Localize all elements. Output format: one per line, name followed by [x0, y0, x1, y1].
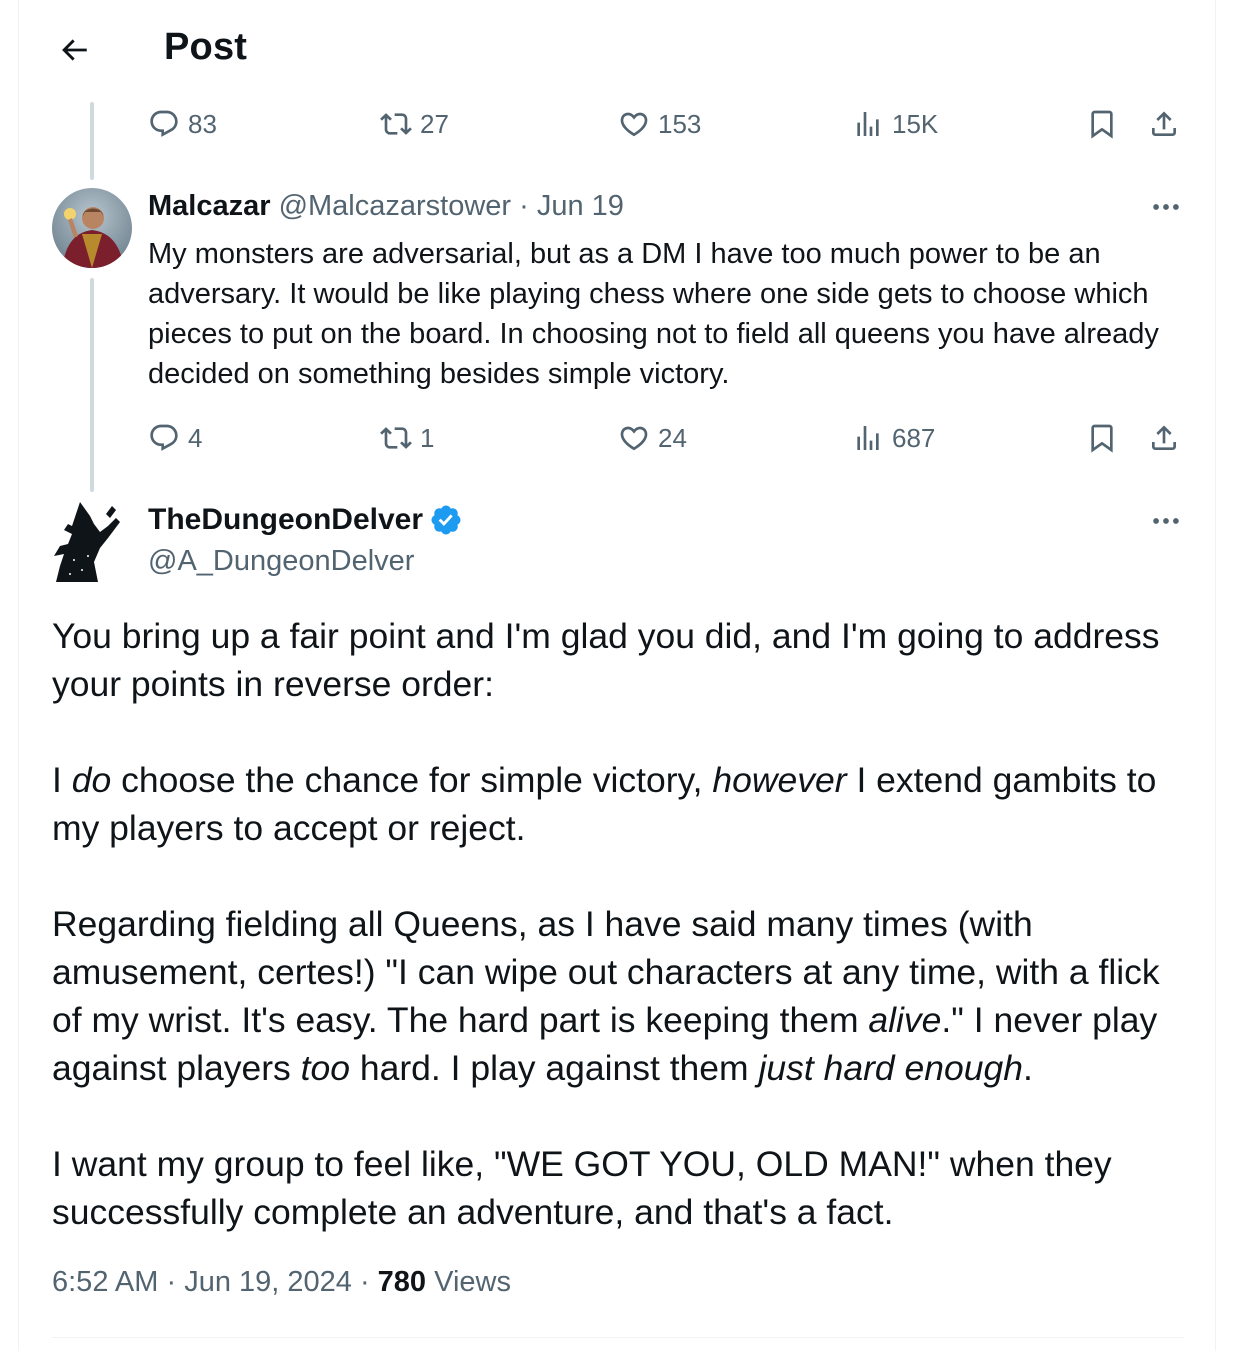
reply-date[interactable]: Jun 19	[537, 190, 624, 222]
divider	[52, 1337, 1184, 1338]
post-author-handle[interactable]: @A_DungeonDelver	[148, 545, 414, 578]
wizard-silhouette-icon	[54, 502, 120, 582]
heart-icon	[620, 112, 648, 137]
post-time[interactable]: 6:52 AM	[52, 1266, 158, 1298]
reply-action-bar: 4 1 24 687	[148, 416, 1188, 460]
post-author-name[interactable]: TheDungeonDelver	[148, 503, 463, 537]
post-text: You bring up a fair point and I'm glad y…	[52, 612, 1182, 1236]
reply-count: 83	[188, 108, 217, 139]
post-more-button[interactable]	[1144, 506, 1188, 536]
views-chart-icon	[857, 426, 879, 450]
repost-count: 27	[420, 108, 449, 139]
wizard-portrait-icon	[52, 188, 132, 268]
avatar[interactable]	[52, 188, 132, 268]
reply-meta: Malcazar @Malcazarstower · Jun 19	[148, 190, 624, 223]
post-paragraph: I want my group to feel like, "WE GOT YO…	[52, 1144, 1112, 1232]
header: Post	[0, 0, 1235, 100]
repost-icon	[380, 427, 412, 449]
reply-button[interactable]: 83	[148, 102, 217, 146]
reply-count: 4	[188, 422, 203, 453]
like-button[interactable]: 153	[618, 102, 701, 146]
post-timestamp: 6:52 AM · Jun 19, 2024 · 780 Views	[52, 1266, 511, 1298]
views-chart-icon	[857, 112, 879, 136]
repost-button[interactable]: 27	[380, 102, 449, 146]
avatar[interactable]	[50, 500, 130, 584]
share-icon	[1152, 111, 1176, 136]
reply-author-name[interactable]: Malcazar	[148, 190, 271, 222]
author-name-text: TheDungeonDelver	[148, 503, 424, 536]
post-paragraph: Regarding fielding all Queens, as I have…	[52, 904, 1160, 1088]
reply-icon	[150, 424, 178, 451]
post-views-label: Views	[426, 1266, 511, 1298]
separator-dot: ·	[511, 190, 537, 222]
bookmark-icon	[1091, 110, 1113, 139]
back-button[interactable]	[54, 30, 94, 70]
page-title: Post	[164, 26, 248, 68]
thread-line	[90, 278, 94, 492]
thread-line	[90, 102, 94, 180]
verified-badge-icon[interactable]	[429, 503, 463, 537]
views-count: 687	[892, 422, 936, 453]
post-paragraph: I do choose the chance for simple victor…	[52, 760, 1157, 848]
share-button[interactable]	[1148, 416, 1180, 460]
share-icon	[1152, 425, 1176, 450]
like-count: 24	[658, 422, 687, 453]
reply-author-handle[interactable]: @Malcazarstower	[279, 190, 512, 222]
views-button[interactable]: 15K	[852, 102, 938, 146]
like-count: 153	[658, 108, 702, 139]
repost-count: 1	[420, 422, 435, 453]
post-paragraph: You bring up a fair point and I'm glad y…	[52, 616, 1160, 704]
arrow-left-icon	[62, 39, 87, 61]
reply-text: My monsters are adversarial, but as a DM…	[148, 238, 1159, 390]
parent-action-bar: 83 27 153 15K	[148, 102, 1188, 146]
bookmark-button[interactable]	[1086, 102, 1118, 146]
post-date[interactable]: Jun 19, 2024	[184, 1266, 352, 1298]
repost-button[interactable]: 1	[380, 416, 434, 460]
like-button[interactable]: 24	[618, 416, 687, 460]
reply-icon	[150, 110, 178, 137]
share-button[interactable]	[1148, 102, 1180, 146]
heart-icon	[620, 426, 648, 451]
reply-more-button[interactable]	[1144, 192, 1188, 222]
more-dots-icon	[1153, 518, 1179, 524]
more-dots-icon	[1153, 204, 1179, 210]
bookmark-icon	[1091, 424, 1113, 453]
repost-icon	[380, 113, 412, 135]
bookmark-button[interactable]	[1086, 416, 1118, 460]
views-count: 15K	[892, 108, 939, 139]
views-button[interactable]: 687	[852, 416, 935, 460]
reply-button[interactable]: 4	[148, 416, 202, 460]
post-views-count: 780	[377, 1266, 427, 1298]
